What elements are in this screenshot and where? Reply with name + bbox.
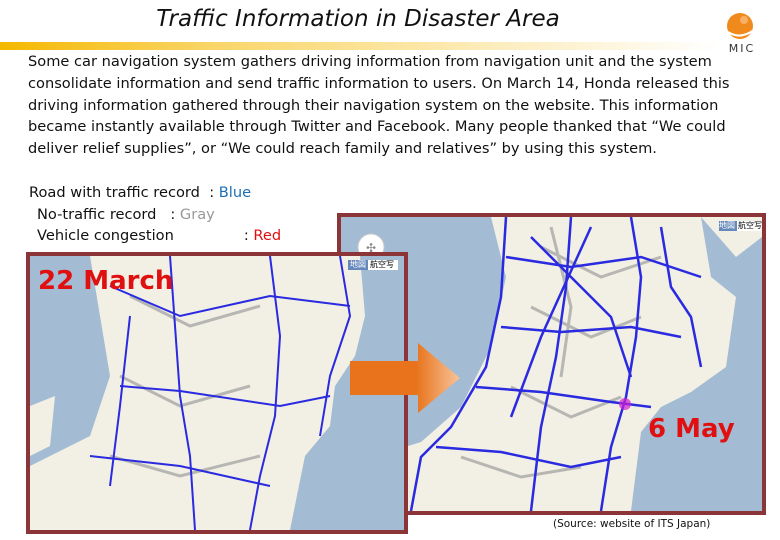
map-image — [30, 256, 398, 530]
date-label-6-may: 6 May — [648, 414, 735, 444]
legend-label: Vehicle congestion — [37, 227, 174, 244]
legend-sep: : — [209, 184, 219, 201]
legend-sep: : — [243, 227, 254, 244]
source-caption: (Source: website of ITS Japan) — [553, 518, 711, 530]
legend-value: Gray — [179, 206, 215, 223]
legend-value: Blue — [218, 184, 252, 201]
date-label-22-march: 22 March — [38, 266, 174, 296]
legend-label: No-traffic record — [37, 206, 157, 223]
map-type-satellite-button[interactable]: 航空写 — [370, 259, 394, 270]
body-line: became instantly available through Twitt… — [28, 118, 726, 136]
title-rule — [0, 42, 720, 50]
slide-title: Traffic Information in Disaster Area — [156, 6, 560, 32]
legend-value: Red — [253, 227, 282, 244]
map-type-map-button[interactable]: 地図 — [350, 259, 366, 270]
legend-sep: : — [170, 206, 180, 223]
map-type-satellite-button[interactable]: 航空写 — [738, 220, 762, 231]
legend-red: Vehicle congestion: Red — [37, 227, 281, 244]
legend-gray: No-traffic record : Gray — [37, 206, 215, 223]
body-line: driving information gathered through the… — [28, 96, 719, 114]
body-paragraph: Some car navigation system gathers drivi… — [28, 51, 748, 160]
body-line: deliver relief supplies”, or “We could r… — [28, 140, 657, 158]
legend-label: Road with traffic record — [29, 184, 200, 201]
body-line: Some car navigation system gathers drivi… — [28, 53, 712, 70]
legend-blue: Road with traffic record : Blue — [29, 184, 251, 201]
right-arrow-icon — [350, 343, 460, 413]
map-type-map-button[interactable]: 地図 — [719, 220, 735, 231]
body-line: consolidate information and send traffic… — [28, 74, 730, 92]
